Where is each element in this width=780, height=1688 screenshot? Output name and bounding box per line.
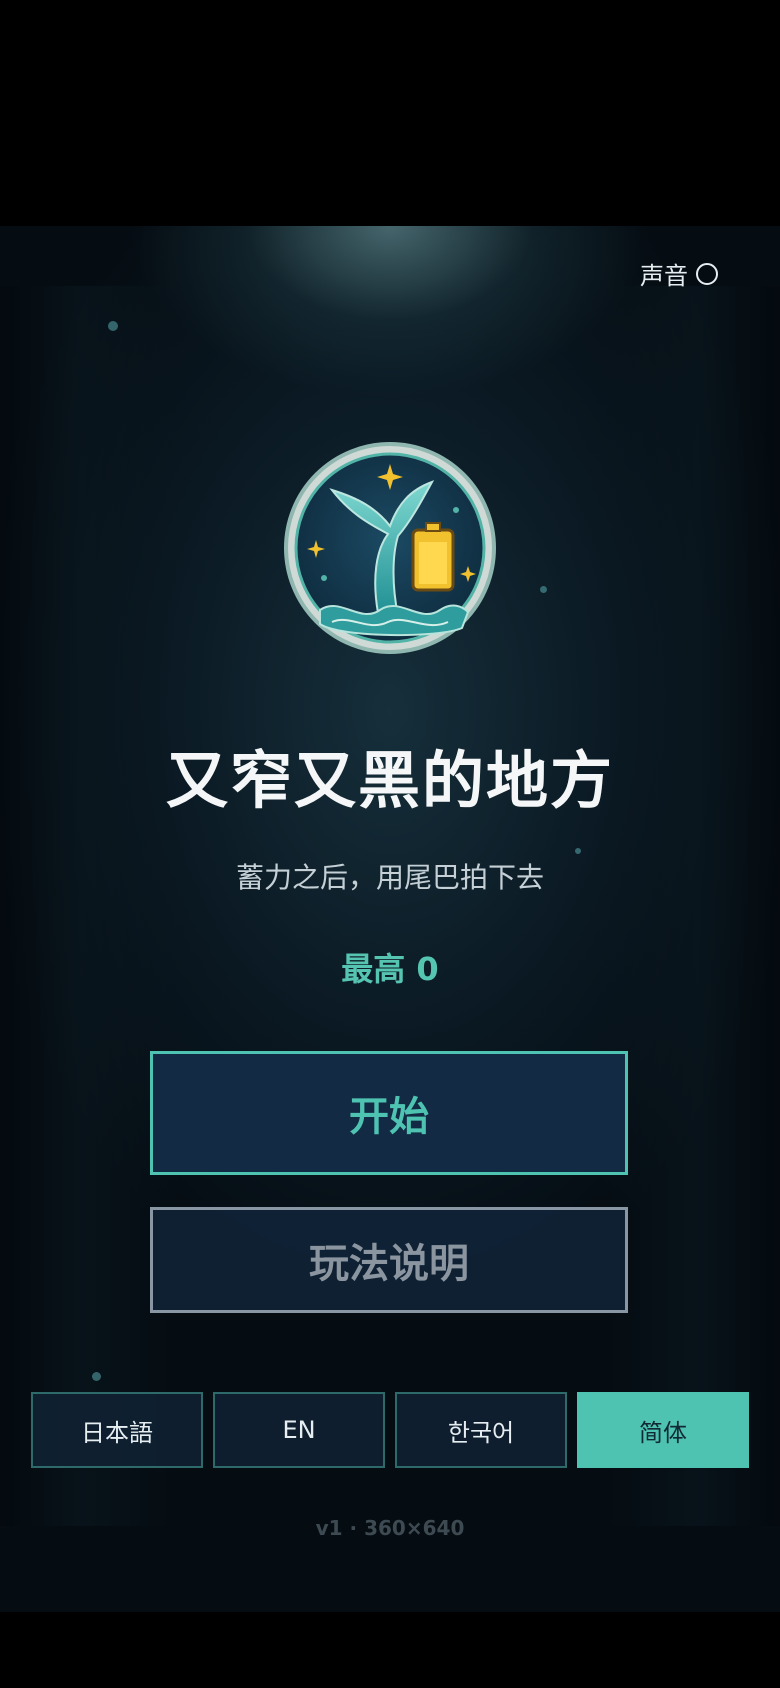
game-title: 又窄又黑的地方 <box>165 744 614 817</box>
sound-toggle[interactable]: 声音 <box>640 256 718 291</box>
language-button-korean[interactable]: 한국어 <box>395 1392 567 1468</box>
cave-wall-left <box>0 286 180 1526</box>
language-button-japanese[interactable]: 日本語 <box>31 1392 203 1468</box>
best-score: 最高 0 <box>341 950 439 988</box>
sound-label: 声音 <box>640 262 688 290</box>
start-button[interactable]: 开始 <box>150 1051 628 1175</box>
bubble <box>108 321 118 331</box>
bubble <box>453 507 459 513</box>
version-label: v1 · 360×640 <box>315 1516 465 1540</box>
language-selector: 日本語 EN 한국어 简体 <box>31 1392 749 1468</box>
sound-off-icon <box>696 262 718 285</box>
bubble <box>92 1372 101 1381</box>
bubble <box>321 575 327 581</box>
wave-icon <box>319 604 470 637</box>
bubble <box>575 848 581 854</box>
game-area: 声音 又窄又黑的地方 蓄力之后，用尾巴拍下去 最高 0 开始 玩法说明 日本語 … <box>0 226 780 1612</box>
screen: 声音 又窄又黑的地方 蓄力之后，用尾巴拍下去 最高 0 开始 玩法说明 日本語 … <box>0 0 780 1688</box>
language-button-simplified-chinese[interactable]: 简体 <box>577 1392 749 1468</box>
game-subtitle: 蓄力之后，用尾巴拍下去 <box>235 861 544 894</box>
language-button-english[interactable]: EN <box>213 1392 385 1468</box>
how-to-play-button[interactable]: 玩法说明 <box>150 1207 628 1313</box>
game-emblem <box>284 442 496 654</box>
battery-icon <box>411 522 455 592</box>
bubble <box>540 586 547 593</box>
cave-wall-right <box>600 286 780 1526</box>
